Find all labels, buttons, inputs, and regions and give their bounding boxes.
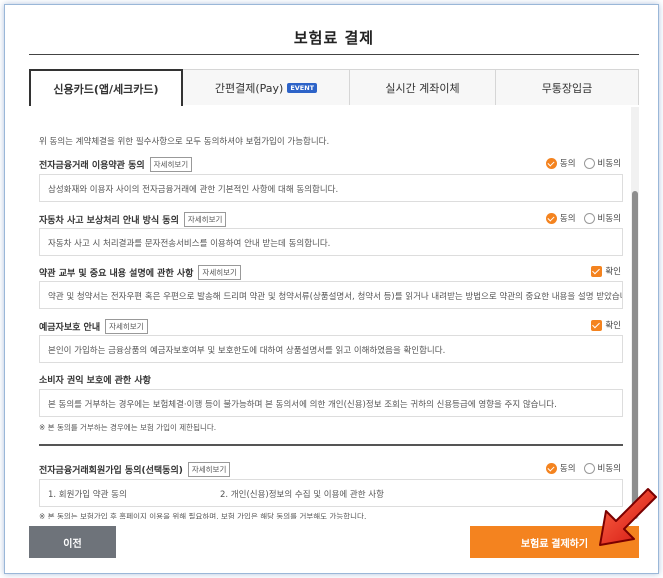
section-title-text: 약관 교부 및 중요 내용 설명에 관한 사항 xyxy=(39,269,194,279)
membership-item: 1. 회원가입 약관 동의 xyxy=(48,490,127,500)
confirm-checkbox-group: 확인 xyxy=(591,319,621,331)
page-title: 보험료 결제 xyxy=(293,29,375,47)
section-title-accident: 자동차 사고 보상처리 안내 방식 동의 자세히보기 xyxy=(39,212,227,227)
notice-text: 위 동의는 계약체결을 위한 필수사항으로 모두 동의하셔야 보험가입이 가능합… xyxy=(39,137,330,147)
tab-realtime-transfer[interactable]: 실시간 계좌이체 xyxy=(350,69,496,105)
disagree-radio[interactable]: 비동의 xyxy=(583,462,621,474)
tab-easy-pay[interactable]: 간편결제(Pay) EVENT xyxy=(183,69,350,105)
radio-label: 비동의 xyxy=(597,159,621,169)
detail-button[interactable]: 자세히보기 xyxy=(183,212,227,227)
radio-empty-icon xyxy=(583,212,595,224)
radio-empty-icon xyxy=(583,157,595,169)
radio-label: 동의 xyxy=(559,214,576,224)
section-body: 본인이 가입하는 금융상품의 예금자보호여부 및 보호한도에 대하여 상품설명서… xyxy=(39,335,623,363)
membership-item: 2. 개인(신용)정보의 수집 및 이용에 관한 사항 xyxy=(220,490,384,500)
checkbox-label: 확인 xyxy=(605,267,621,277)
section-title-text: 자동차 사고 보상처리 안내 방식 동의 xyxy=(39,216,179,226)
section-title-terms: 약관 교부 및 중요 내용 설명에 관한 사항 자세히보기 xyxy=(39,265,241,280)
radio-label: 비동의 xyxy=(597,214,621,224)
consent-radio-group: 동의 비동의 xyxy=(545,157,621,169)
confirm-checkbox[interactable]: 확인 xyxy=(591,319,621,331)
tab-label: 신용카드(앱/세크카드) xyxy=(53,82,159,96)
tab-label: 실시간 계좌이체 xyxy=(385,81,460,95)
tab-bank-deposit[interactable]: 무통장입금 xyxy=(496,69,639,105)
section-title-text: 예금자보호 안내 xyxy=(39,323,101,333)
prev-button[interactable]: 이전 xyxy=(29,526,116,558)
section-divider xyxy=(39,444,623,446)
disagree-radio[interactable]: 비동의 xyxy=(583,157,621,169)
radio-label: 동의 xyxy=(559,159,576,169)
section-body: 약관 및 청약서는 전자우편 혹은 우편으로 발송해 드리며 약관 및 청약서류… xyxy=(39,281,623,309)
disagree-radio[interactable]: 비동의 xyxy=(583,212,621,224)
agree-radio[interactable]: 동의 xyxy=(545,157,576,169)
title-divider xyxy=(29,54,639,55)
section-title-text: 전자금융거래회원가입 동의(선택동의) xyxy=(39,466,183,476)
confirm-checkbox[interactable]: 확인 xyxy=(591,265,621,277)
detail-button[interactable]: 자세히보기 xyxy=(198,265,241,280)
agree-radio[interactable]: 동의 xyxy=(545,462,576,474)
clipped-text xyxy=(39,107,42,115)
detail-button[interactable]: 자세히보기 xyxy=(149,157,193,172)
tab-credit-card[interactable]: 신용카드(앱/세크카드) xyxy=(29,69,183,106)
scrollbar-thumb[interactable] xyxy=(632,191,638,519)
section-body: 삼성화재와 이용자 사이의 전자금융거래에 관한 기본적인 사항에 대해 동의합… xyxy=(39,174,623,202)
detail-button[interactable]: 자세히보기 xyxy=(187,462,231,477)
agree-radio[interactable]: 동의 xyxy=(545,212,576,224)
section-title-deposit-protection: 예금자보호 안내 자세히보기 xyxy=(39,319,148,334)
section-title-efinance: 전자금융거래 이용약관 동의 자세히보기 xyxy=(39,157,193,172)
section-title-text: 전자금융거래 이용약관 동의 xyxy=(39,161,145,171)
detail-button[interactable]: 자세히보기 xyxy=(105,319,148,334)
section-title-consumer-rights: 소비자 권익 보호에 관한 사항 xyxy=(39,373,151,386)
checkbox-checked-icon xyxy=(591,265,603,277)
consent-radio-group: 동의 비동의 xyxy=(545,462,621,474)
tab-label: 무통장입금 xyxy=(541,81,593,95)
membership-note: ※ 본 동의는 보험가입 후 홈페이지 이용을 위해 필요하며, 보험 가입은 … xyxy=(39,512,367,519)
section-title-text: 소비자 권익 보호에 관한 사항 xyxy=(39,376,151,386)
section-title-membership: 전자금융거래회원가입 동의(선택동의) 자세히보기 xyxy=(39,462,231,477)
tab-label: 간편결제(Pay) xyxy=(214,81,284,95)
radio-empty-icon xyxy=(583,462,595,474)
radio-label: 비동의 xyxy=(597,464,621,474)
radio-checked-icon xyxy=(545,462,557,474)
pointer-arrow-icon xyxy=(599,488,657,546)
checkbox-label: 확인 xyxy=(605,321,621,331)
section-body: 자동차 사고 시 처리결과를 문자전송서비스를 이용하여 안내 받는데 동의합니… xyxy=(39,228,623,256)
consent-radio-group: 동의 비동의 xyxy=(545,212,621,224)
payment-method-tabs: 신용카드(앱/세크카드) 간편결제(Pay) EVENT 실시간 계좌이체 무통… xyxy=(29,69,639,106)
scrollbar[interactable] xyxy=(631,107,639,519)
section-body: 본 동의를 거부하는 경우에는 보험체결·이행 등이 불가능하며 본 동의서에 … xyxy=(39,389,623,417)
radio-checked-icon xyxy=(545,212,557,224)
event-badge: EVENT xyxy=(287,82,318,93)
radio-label: 동의 xyxy=(559,464,576,474)
radio-checked-icon xyxy=(545,157,557,169)
consumer-note: ※ 본 동의를 거부하는 경우에는 보험 가입이 제한됩니다. xyxy=(39,423,217,432)
confirm-checkbox-group: 확인 xyxy=(591,265,621,277)
payment-dialog: 보험료 결제 신용카드(앱/세크카드) 간편결제(Pay) EVENT 실시간 … xyxy=(4,4,659,574)
checkbox-checked-icon xyxy=(591,319,603,331)
agreement-scroll-area[interactable]: 위 동의는 계약체결을 위한 필수사항으로 모두 동의하셔야 보험가입이 가능합… xyxy=(29,107,639,519)
membership-items: 1. 회원가입 약관 동의 2. 개인(신용)정보의 수집 및 이용에 관한 사… xyxy=(39,479,623,507)
